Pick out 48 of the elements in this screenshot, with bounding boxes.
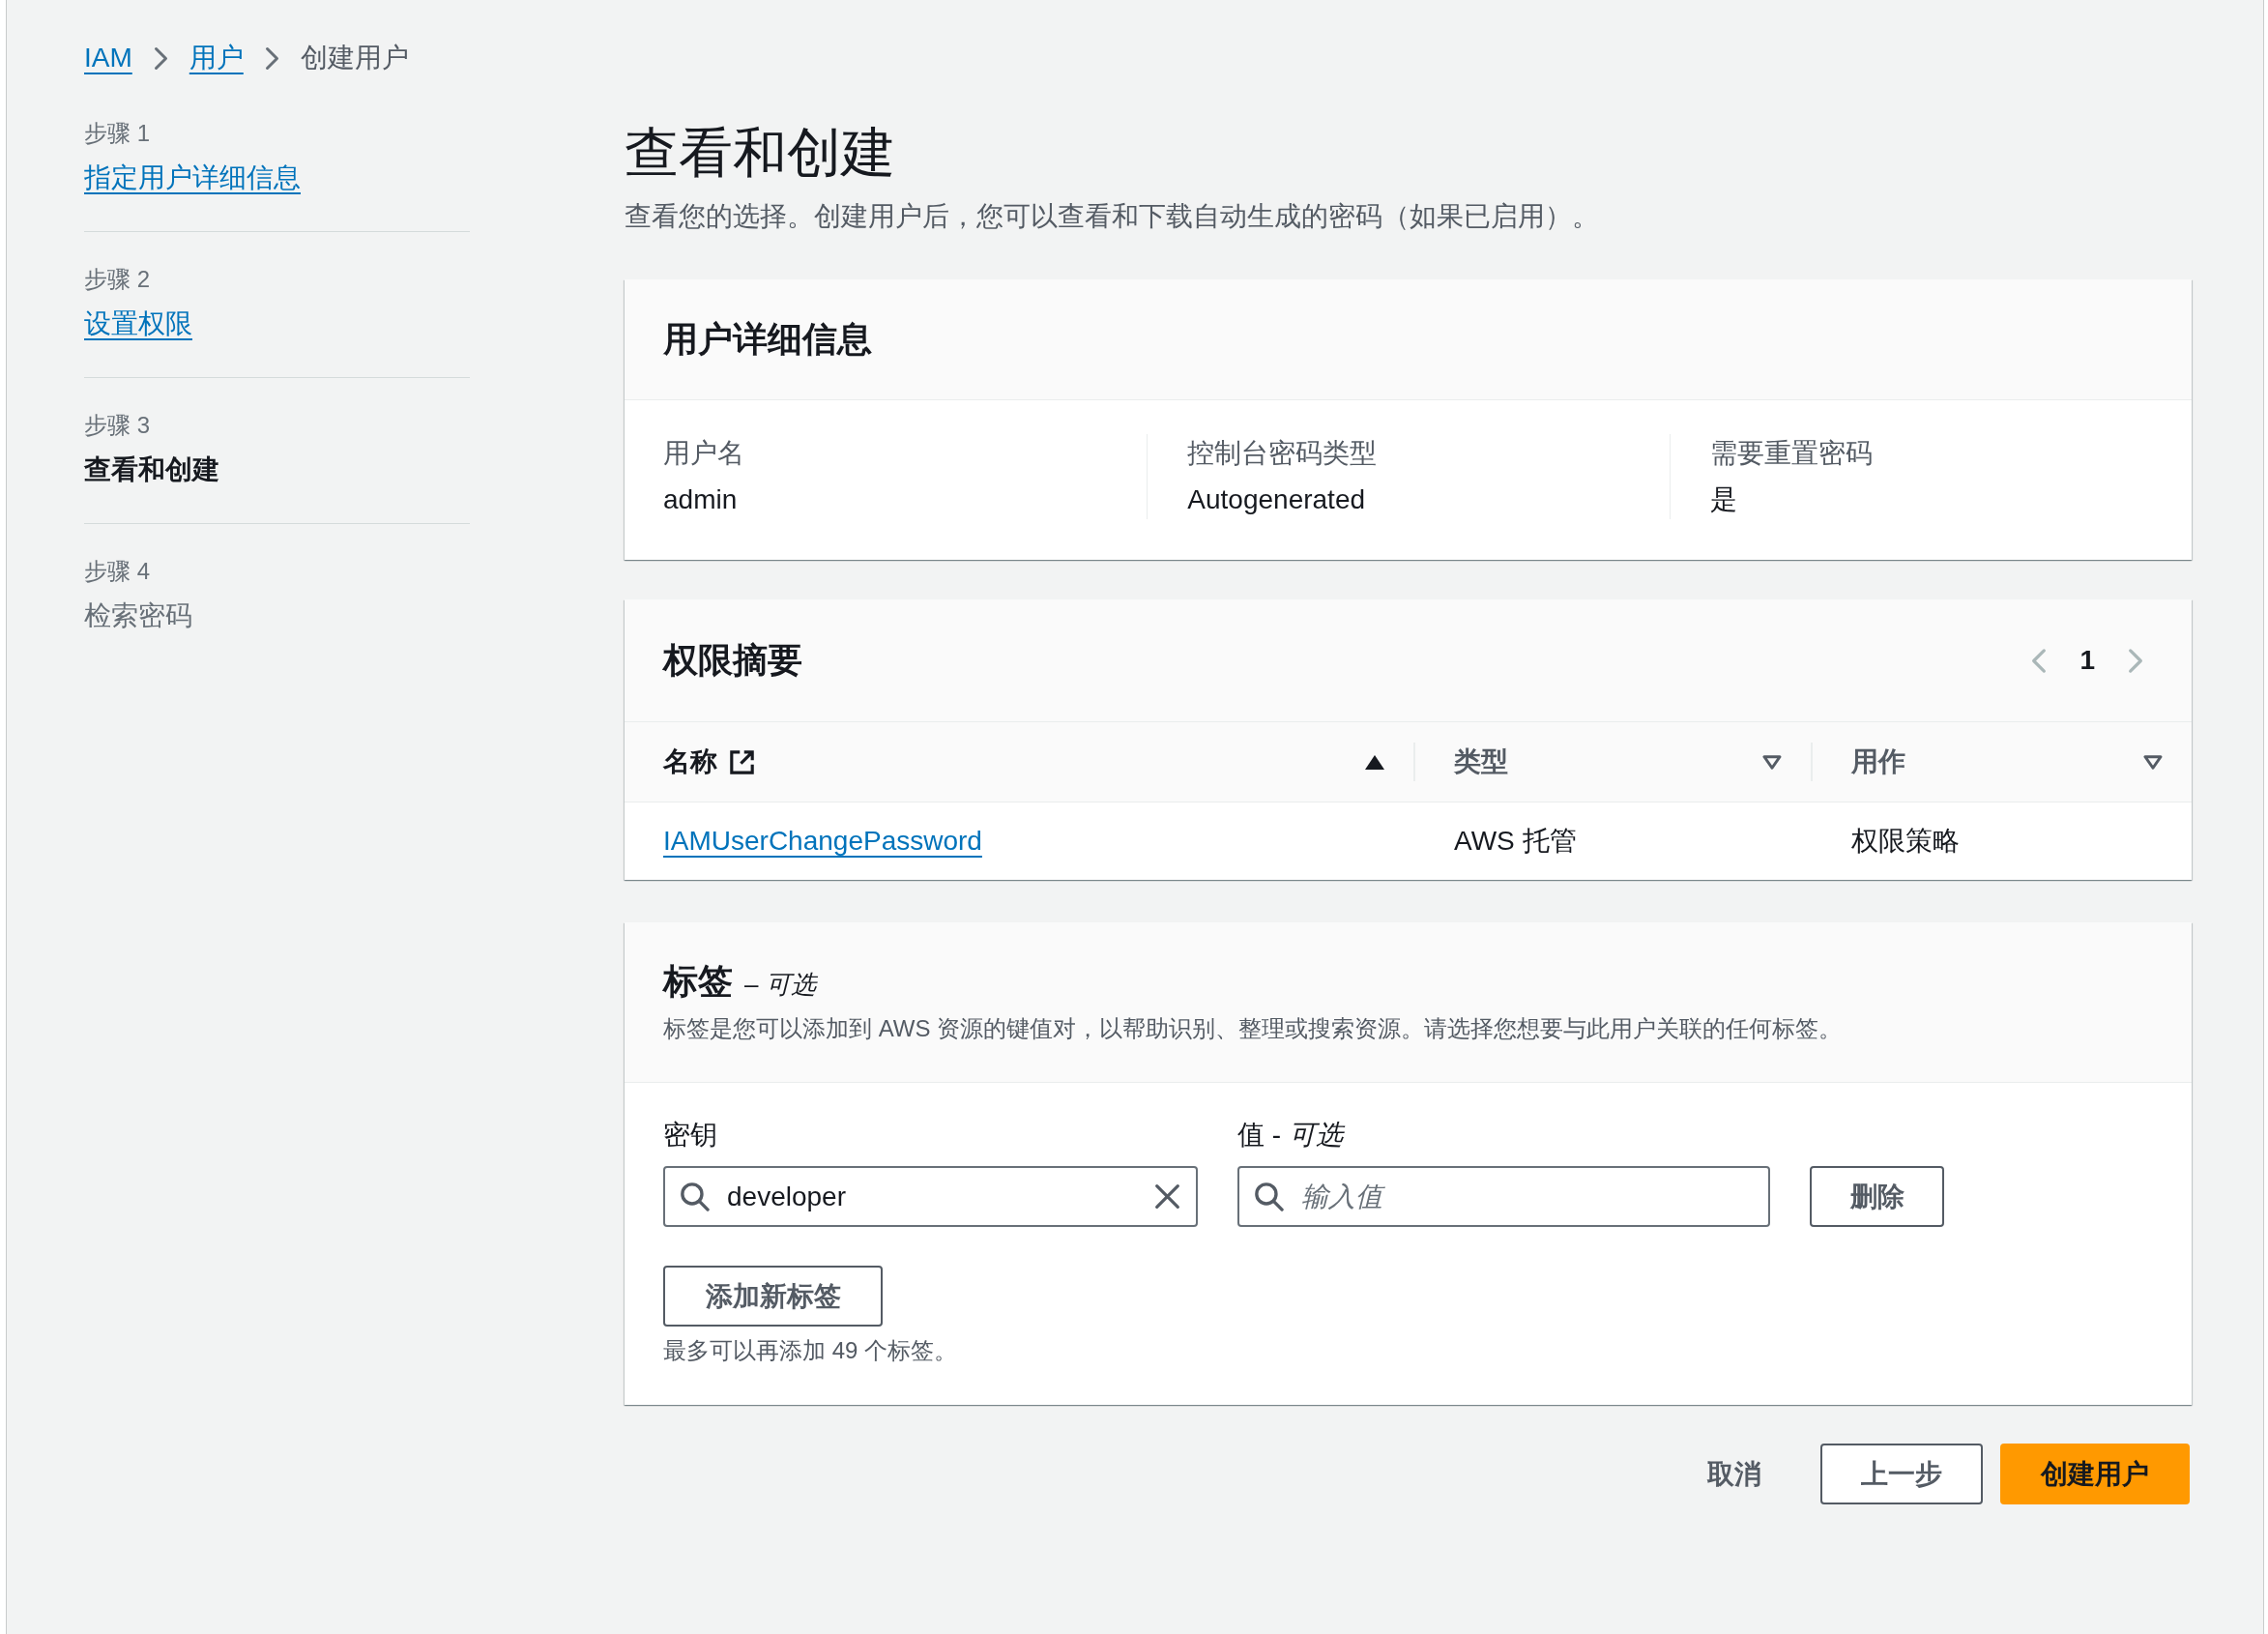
section-heading: 用户详细信息 — [663, 318, 872, 361]
column-header[interactable]: 用作 — [1813, 743, 2192, 781]
column-header[interactable]: 名称 — [625, 743, 1413, 781]
step-label: 步骤 2 — [84, 265, 150, 294]
input-field[interactable]: developer — [663, 1166, 1198, 1227]
breadcrumb-current: 创建用户 — [300, 42, 409, 74]
field-value: Autogenerated — [1187, 483, 1366, 516]
cancel-button[interactable]: 取消 — [1688, 1444, 1781, 1504]
field-label: 需要重置密码 — [1709, 437, 1873, 470]
breadcrumb-link[interactable]: 用户 — [189, 39, 244, 77]
step-link[interactable]: 指定用户详细信息 — [84, 159, 301, 197]
field-label: 用户名 — [663, 437, 744, 470]
step-label: 步骤 4 — [84, 557, 150, 586]
breadcrumb-link[interactable]: IAM — [84, 39, 132, 77]
create-user-button[interactable]: 创建用户 — [2000, 1444, 2190, 1504]
step-label: 步骤 3 — [84, 411, 150, 440]
page-title: 查看和创建 — [625, 121, 895, 185]
field-label: 值 - 可选 — [1237, 1119, 1343, 1152]
search-icon — [680, 1182, 710, 1211]
section-heading: 权限摘要 — [663, 639, 802, 682]
chevron-right-icon — [2128, 647, 2143, 674]
section-description: 标签是您可以添加到 AWS 资源的键值对，以帮助识别、整理或搜索资源。请选择您想要与此用户关联的任何标签。 — [663, 1014, 1843, 1043]
step-title: 检索密码 — [84, 599, 192, 632]
column-header[interactable]: 类型 — [1415, 743, 1811, 781]
field-value: 是 — [1709, 483, 1737, 516]
search-icon — [1254, 1182, 1284, 1211]
chevron-right-icon — [264, 45, 279, 71]
chevron-right-icon — [153, 45, 168, 71]
close-icon[interactable] — [1154, 1183, 1180, 1210]
field-value: admin — [663, 483, 738, 516]
optional-label: – 可选 — [744, 969, 816, 1001]
remove-button[interactable]: 删除 — [1810, 1166, 1944, 1227]
page-description: 查看您的选择。创建用户后，您可以查看和下载自动生成的密码（如果已启用）。 — [625, 200, 1599, 233]
field-label: 密钥 — [663, 1119, 717, 1152]
chevron-left-icon — [2031, 647, 2048, 674]
hint-text: 最多可以再添加 49 个标签。 — [663, 1336, 958, 1365]
previous-button[interactable]: 上一步 — [1820, 1444, 1983, 1504]
table-text: AWS 托管 — [1454, 825, 1577, 858]
step-title: 查看和创建 — [84, 453, 219, 486]
field-label: 控制台密码类型 — [1187, 437, 1378, 470]
section-heading: 标签 — [663, 960, 733, 1003]
add-tag-button[interactable]: 添加新标签 — [663, 1266, 883, 1327]
step-label: 步骤 1 — [84, 119, 150, 148]
table-text: 权限策略 — [1851, 825, 1960, 858]
input-field[interactable]: 输入值 — [1237, 1166, 1770, 1227]
policy-link[interactable]: IAMUserChangePassword — [663, 822, 982, 861]
step-link[interactable]: 设置权限 — [84, 305, 192, 343]
page-number-button[interactable]: 1 — [2076, 641, 2099, 680]
